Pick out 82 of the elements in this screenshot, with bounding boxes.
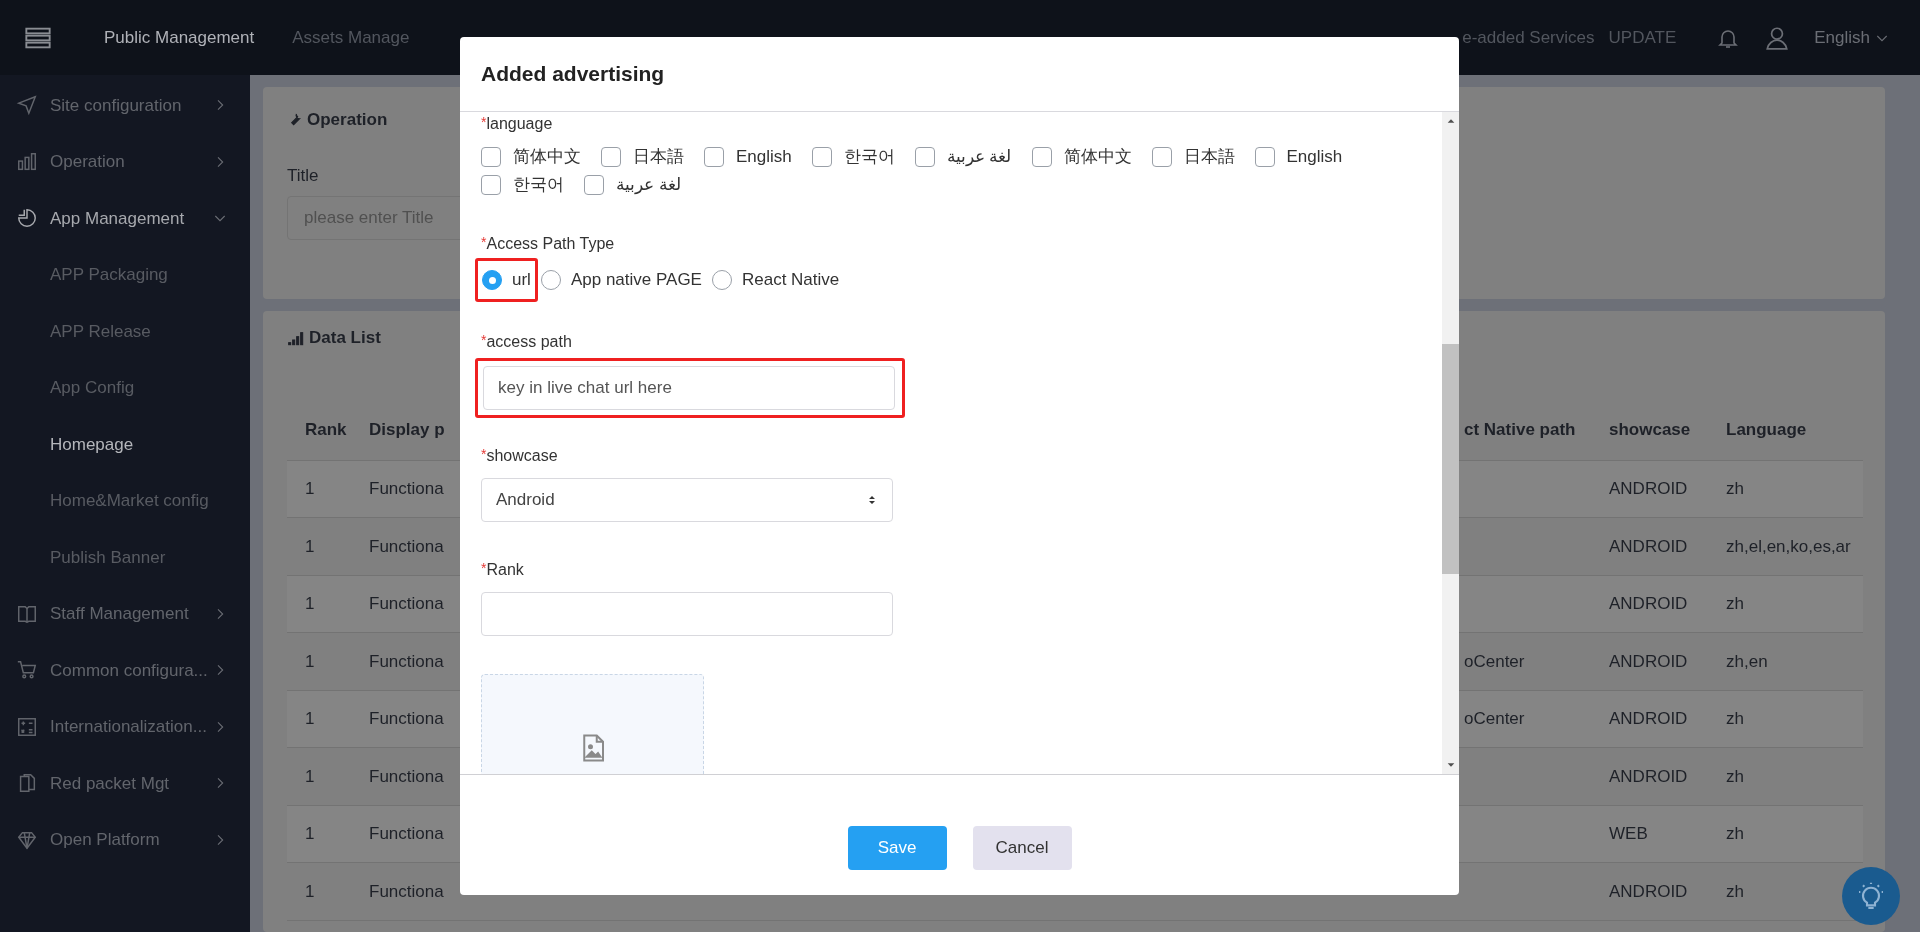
card-title: Data List [309,327,381,349]
field-label: Access Path Type [486,234,615,254]
table-cell: Functiona [369,881,444,901]
table-cell: Functiona [369,824,444,843]
table-cell: zh,el,en,ko,es,ar [1726,536,1851,556]
table-cell: 1 [305,594,315,613]
required-mark: * [481,331,487,350]
user-icon[interactable] [1764,24,1791,51]
table-cell: WEB [1609,824,1648,843]
radio-option[interactable]: React Native [711,267,840,293]
checkbox-option[interactable]: لغة عربية [914,144,1012,170]
card-title: Operation [307,109,388,131]
nav-link[interactable]: Public Management [104,24,255,51]
table-cell: 1 [305,824,315,843]
checkbox-option[interactable]: 한국어 [481,172,564,198]
table-cell: zh [1726,709,1744,728]
checkbox-option[interactable]: 한국어 [811,144,895,170]
table-cell: 1 [305,651,315,671]
checkbox-option[interactable]: 日本語 [601,144,684,170]
sidebar-subitem[interactable]: Homepage [0,416,250,473]
table-cell: ANDROID [1609,709,1688,728]
send-icon [16,94,38,117]
sidebar-item[interactable]: App Management [0,190,250,247]
column-header: showcase [1609,420,1691,440]
field-label: access path [486,332,572,352]
table-cell: ANDROID [1609,881,1688,901]
scrollbar[interactable] [1442,112,1459,774]
column-header: Rank [305,420,347,440]
table-cell: 1 [305,709,315,728]
checkbox-option[interactable]: لغة عربية [584,172,681,198]
rank-input[interactable] [481,592,893,636]
calculator-icon [16,715,38,738]
access-path-input[interactable]: key in live chat url here [483,366,895,410]
field-label: Title [287,164,319,187]
column-header: ct Native path [1464,420,1576,440]
pie-chart-icon [16,207,38,230]
checkbox-option[interactable]: English [704,144,792,170]
table-cell: ANDROID [1609,536,1688,556]
required-mark: * [481,445,487,464]
table-cell: 1 [305,479,315,498]
table-cell: 1 [305,536,315,556]
radio-option[interactable]: App native PAGE [540,267,702,293]
table-cell: zh [1726,479,1744,498]
table-cell: Functiona [369,651,444,671]
field-label: language [486,114,553,134]
table-cell: Functiona [369,479,444,498]
bar-chart-icon [16,150,38,173]
language-dropdown[interactable]: English [1814,24,1890,51]
table-cell: Functiona [369,709,444,728]
table-cell: Functiona [369,766,444,786]
cancel-button[interactable]: Cancel [972,826,1072,870]
required-mark: * [481,233,487,252]
table-cell: ANDROID [1609,479,1688,498]
modal-title: Added advertising [481,61,665,88]
field-label: Rank [486,560,524,580]
signal-bars-icon [287,329,305,346]
scrollbar-thumb[interactable] [1442,344,1459,574]
table-cell: ANDROID [1609,766,1688,786]
checkbox-option[interactable]: English [1254,144,1343,170]
field-label: showcase [486,446,558,466]
required-mark: * [481,113,487,130]
table-cell: Functiona [369,594,444,613]
table-cell: zh,en [1726,651,1768,671]
showcase-select[interactable]: Android [481,478,893,522]
table-cell: 1 [305,881,315,901]
table-cell: zh [1726,594,1744,613]
table-cell: oCenter [1464,709,1525,728]
table-cell: oCenter [1464,651,1525,671]
table-cell: Functiona [369,536,444,556]
column-header: Display p [369,420,445,440]
required-mark: * [481,559,487,578]
table-cell: 1 [305,766,315,786]
table-cell: zh [1726,824,1744,843]
radio-option[interactable]: url [482,267,531,293]
table-cell: ANDROID [1609,651,1688,671]
checkbox-option[interactable]: 简体中文 [1031,144,1132,170]
column-header: Language [1726,420,1807,440]
checkbox-option[interactable]: 简体中文 [481,144,581,170]
table-cell: zh [1726,766,1744,786]
table-cell: zh [1726,881,1744,901]
table-cell: ANDROID [1609,594,1688,613]
checkbox-option[interactable]: 日本語 [1151,144,1235,170]
